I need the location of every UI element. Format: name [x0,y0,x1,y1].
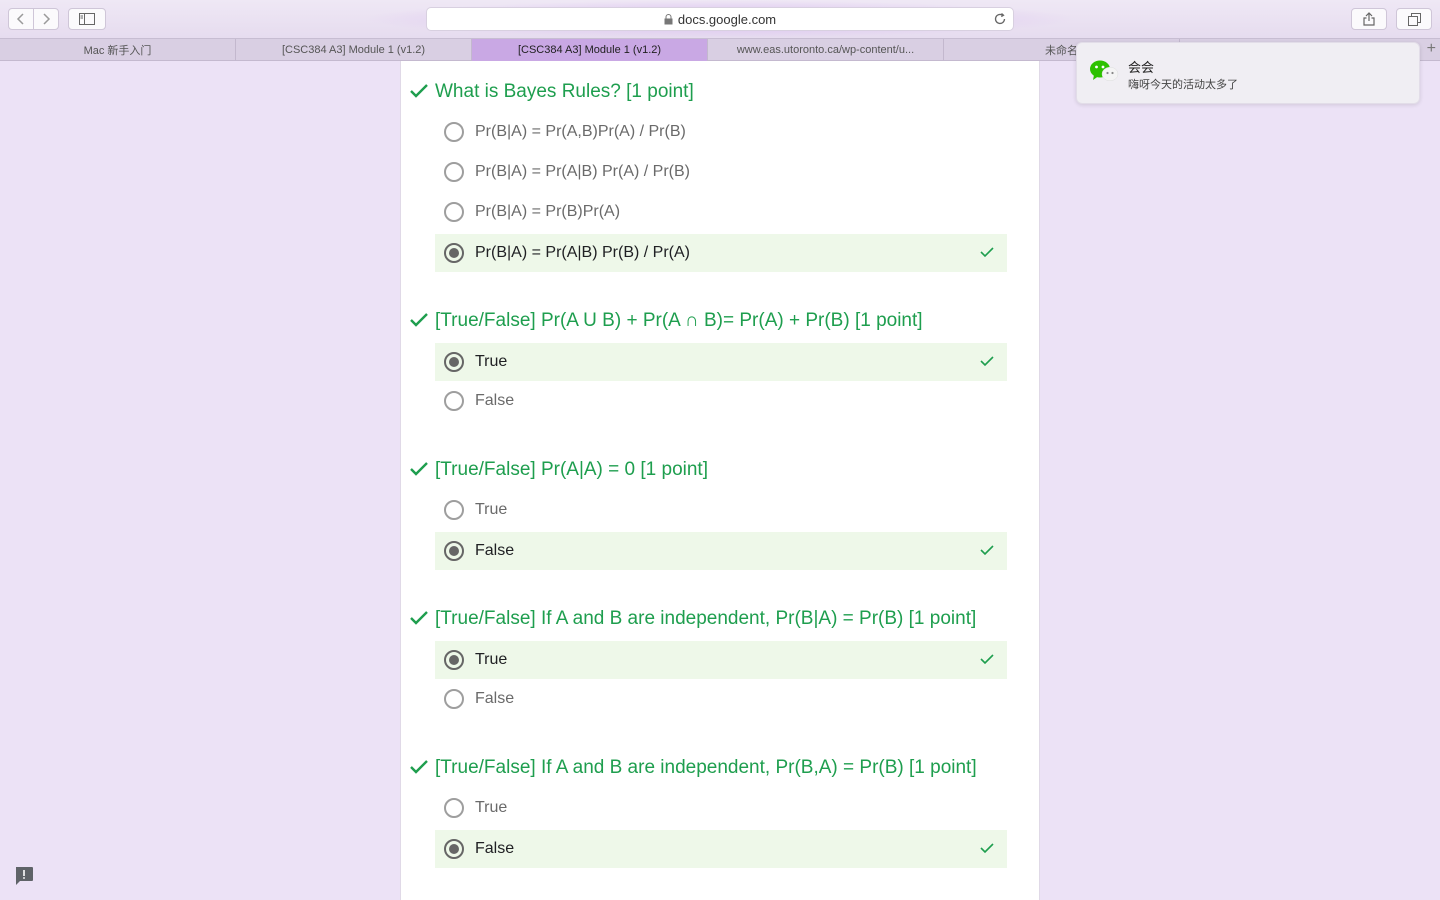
wechat-icon [1090,60,1119,82]
notification-banner[interactable]: 会会 嗨呀今天的活动太多了 [1076,42,1420,104]
radio-button-selected[interactable] [444,352,464,372]
correct-check-icon [410,760,428,774]
address-bar[interactable]: docs.google.com [426,7,1014,31]
option-3[interactable]: Pr(B|A) = Pr(B)Pr(A) [435,193,1007,231]
lock-icon [664,13,673,24]
option-false-correct[interactable]: False [435,532,1007,570]
question-title: [True/False] Pr(A U B) + Pr(A ∩ B)= Pr(A… [435,310,923,331]
option-label: False [475,840,515,857]
correct-check-icon [410,462,428,476]
check-icon [980,545,994,556]
option-label: Pr(B|A) = Pr(A,B)Pr(A) / Pr(B) [475,123,686,140]
option-label: False [475,690,515,707]
option-label: False [475,392,515,409]
radio-button-selected[interactable] [444,839,464,859]
check-icon [980,356,994,367]
option-label: Pr(B|A) = Pr(A|B) Pr(B) / Pr(A) [475,244,690,261]
radio-button-selected[interactable] [444,541,464,561]
option-1[interactable]: Pr(B|A) = Pr(A,B)Pr(A) / Pr(B) [435,113,1007,151]
option-false[interactable]: False [435,680,1007,718]
option-label: True [475,651,508,668]
correct-check-icon [410,313,428,327]
option-false[interactable]: False [435,382,1007,420]
option-label: False [475,542,515,559]
chevron-right-icon [43,13,51,25]
option-label: Pr(B|A) = Pr(B)Pr(A) [475,203,621,220]
check-icon [980,654,994,665]
option-label: Pr(B|A) = Pr(A|B) Pr(A) / Pr(B) [475,163,690,180]
share-button[interactable] [1351,8,1387,30]
option-true-correct[interactable]: True [435,641,1007,679]
forward-button[interactable] [33,8,59,30]
question-title: [True/False] If A and B are independent,… [435,608,977,629]
radio-button[interactable] [444,689,464,709]
question-title: What is Bayes Rules? [1 point] [435,81,694,102]
form-card: What is Bayes Rules? [1 point] Pr(B|A) =… [400,61,1040,900]
browser-toolbar: docs.google.com [0,0,1440,38]
radio-button[interactable] [444,122,464,142]
radio-button[interactable] [444,391,464,411]
radio-button[interactable] [444,798,464,818]
tab-mac-intro[interactable]: Mac 新手入门 [0,39,236,61]
option-2[interactable]: Pr(B|A) = Pr(A|B) Pr(A) / Pr(B) [435,153,1007,191]
notification-title: 会会 [1128,60,1155,75]
address-url: docs.google.com [677,11,777,27]
check-icon [980,247,994,258]
question-title: [True/False] Pr(A|A) = 0 [1 point] [435,459,708,480]
option-label: True [475,501,508,518]
option-label: True [475,799,508,816]
option-true[interactable]: True [435,789,1007,827]
back-button[interactable] [8,8,34,30]
option-label: True [475,353,508,370]
notification-body: 嗨呀今天的活动太多了 [1128,79,1238,91]
tab-module1-a[interactable]: [CSC384 A3] Module 1 (v1.2) [236,39,472,61]
option-4-correct[interactable]: Pr(B|A) = Pr(A|B) Pr(B) / Pr(A) [435,234,1007,272]
new-tab-button[interactable]: + [1427,40,1436,58]
tab-module1-active[interactable]: [CSC384 A3] Module 1 (v1.2) [472,39,708,61]
correct-check-icon [410,84,428,98]
sidebar-toggle-button[interactable] [68,8,106,30]
tab-overview-button[interactable] [1396,8,1432,30]
radio-button[interactable] [444,202,464,222]
radio-button[interactable] [444,500,464,520]
correct-check-icon [410,611,428,625]
question-title: [True/False] If A and B are independent,… [435,757,977,778]
tabs-icon [1407,12,1421,26]
reload-icon[interactable] [993,12,1007,26]
option-true[interactable]: True [435,491,1007,529]
radio-button-selected[interactable] [444,650,464,670]
option-false-correct[interactable]: False [435,830,1007,868]
radio-button[interactable] [444,162,464,182]
tab-eas-utoronto[interactable]: www.eas.utoronto.ca/wp-content/u... [708,39,944,61]
option-true-correct[interactable]: True [435,343,1007,381]
feedback-icon[interactable] [13,865,35,887]
share-icon [1363,12,1375,26]
chevron-left-icon [16,13,24,25]
check-icon [980,843,994,854]
sidebar-icon [79,13,95,25]
radio-button-selected[interactable] [444,243,464,263]
